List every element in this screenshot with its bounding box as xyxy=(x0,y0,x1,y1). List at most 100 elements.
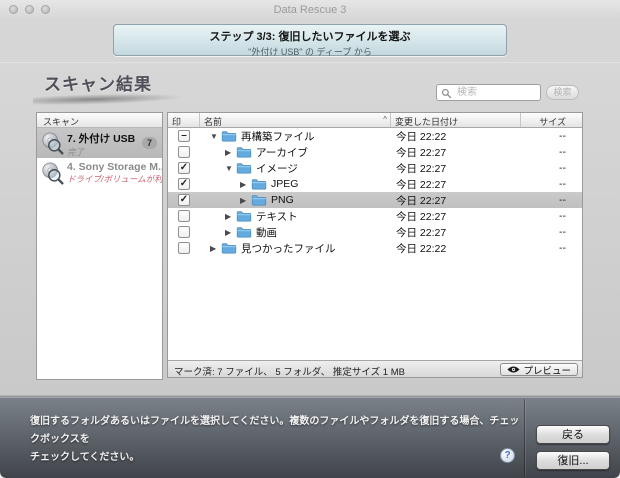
mark-cell xyxy=(168,210,200,222)
help-button[interactable]: ? xyxy=(500,448,515,463)
scan-icon xyxy=(40,161,64,185)
disclosure-icon[interactable]: ▶ xyxy=(225,228,235,237)
table-body: – ▼ 再構築ファイル 今日 22:22 -- ▶ アーカイブ 今日 22:27… xyxy=(168,128,582,256)
checkbox[interactable] xyxy=(178,242,190,254)
column-header-date[interactable]: 変更した日付け xyxy=(391,113,521,127)
tree-cell: ▶ 見つかったファイル xyxy=(200,241,391,256)
scan-sidebar: スキャン 7. 外付け USB 完了 7 xyxy=(36,112,163,380)
footer-divider xyxy=(524,399,525,477)
column-header-name[interactable]: 名前 ^ xyxy=(200,113,391,127)
date-cell: 今日 22:27 xyxy=(391,209,521,224)
footer-bar: 復旧するフォルダあるいはファイルを選択してください。複数のファイルやフォルダを復… xyxy=(0,396,620,478)
table-row[interactable]: ▶ 動画 今日 22:27 -- xyxy=(168,224,582,240)
status-text: マーク済: 7 ファイル、 5 フォルダ、 推定サイズ 1 MB xyxy=(174,364,405,378)
recover-button[interactable]: 復旧... xyxy=(536,451,610,470)
tree-cell: ▶ テキスト xyxy=(200,209,391,224)
search-field[interactable] xyxy=(436,84,541,101)
mark-cell: ✓ xyxy=(168,194,200,206)
folder-icon xyxy=(236,146,252,158)
file-name: 再構築ファイル xyxy=(241,129,315,144)
tree-cell: ▼ 再構築ファイル xyxy=(200,129,391,144)
table-row[interactable]: ▶ 見つかったファイル 今日 22:22 -- xyxy=(168,240,582,256)
step-banner: ステップ 3/3: 復旧したいファイルを選ぶ "外付け USB" の ディープ … xyxy=(113,24,507,56)
sidebar-item-subtitle: ドライブ/ボリュームが利… xyxy=(67,173,162,185)
table-row[interactable]: – ▼ 再構築ファイル 今日 22:22 -- xyxy=(168,128,582,144)
size-cell: -- xyxy=(521,162,582,174)
size-cell: -- xyxy=(521,146,582,158)
disclosure-icon[interactable]: ▶ xyxy=(240,196,250,205)
sidebar-item[interactable]: 7. 外付け USB 完了 7 xyxy=(37,128,162,158)
checkbox[interactable]: ✓ xyxy=(178,194,190,206)
step-title: ステップ 3/3: 復旧したいファイルを選ぶ xyxy=(114,28,506,44)
file-name: アーカイブ xyxy=(256,145,308,160)
scan-icon xyxy=(40,131,64,155)
date-cell: 今日 22:27 xyxy=(391,177,521,192)
size-cell: -- xyxy=(521,178,582,190)
tree-cell: ▶ JPEG xyxy=(200,178,391,190)
disclosure-icon[interactable]: ▶ xyxy=(210,244,220,253)
disclosure-icon[interactable]: ▶ xyxy=(225,212,235,221)
checkbox[interactable]: ✓ xyxy=(178,162,190,174)
mark-cell xyxy=(168,146,200,158)
date-cell: 今日 22:27 xyxy=(391,145,521,160)
date-cell: 今日 22:22 xyxy=(391,241,521,256)
page-title: スキャン結果 xyxy=(44,70,152,95)
table-row[interactable]: ✓ ▶ PNG 今日 22:27 -- xyxy=(168,192,582,208)
title-bar: Data Rescue 3 xyxy=(0,0,620,20)
file-name: JPEG xyxy=(271,178,298,190)
file-name: テキスト xyxy=(256,209,298,224)
file-table: 印 名前 ^ 変更した日付け サイズ – ▼ 再構築ファイル 今日 22:22 … xyxy=(167,112,583,378)
search-button[interactable]: 検索 xyxy=(546,85,579,100)
folder-icon xyxy=(221,130,237,142)
disclosure-icon[interactable]: ▶ xyxy=(240,180,250,189)
tree-cell: ▶ PNG xyxy=(200,194,391,206)
folder-icon xyxy=(236,162,252,174)
sort-ascending-icon: ^ xyxy=(383,115,387,124)
instruction-line1: 復旧するフォルダあるいはファイルを選択してください。複数のファイルやフォルダを復… xyxy=(30,413,520,449)
disclosure-icon[interactable]: ▼ xyxy=(210,132,220,141)
column-header-mark[interactable]: 印 xyxy=(168,113,200,127)
mark-cell: – xyxy=(168,130,200,142)
preview-button[interactable]: プレビュー xyxy=(500,363,578,376)
mark-cell xyxy=(168,226,200,238)
column-header-size[interactable]: サイズ xyxy=(521,113,582,127)
preview-label: プレビュー xyxy=(523,363,571,377)
tree-cell: ▼ イメージ xyxy=(200,161,391,176)
sidebar-item[interactable]: 4. Sony Storage M... ドライブ/ボリュームが利… xyxy=(37,158,162,188)
sidebar-item-title: 4. Sony Storage M... xyxy=(67,161,162,173)
checkbox[interactable] xyxy=(178,210,190,222)
window-title: Data Rescue 3 xyxy=(0,4,620,16)
eye-icon xyxy=(507,365,520,374)
date-cell: 今日 22:22 xyxy=(391,129,521,144)
checkbox[interactable] xyxy=(178,226,190,238)
date-cell: 今日 22:27 xyxy=(391,225,521,240)
search-input[interactable] xyxy=(455,86,537,99)
step-subtitle: "外付け USB" の ディープ から xyxy=(114,45,506,58)
size-cell: -- xyxy=(521,226,582,238)
sidebar-list: 7. 外付け USB 完了 7 4. Sony Storage M... ドライ… xyxy=(37,128,162,188)
checkbox[interactable] xyxy=(178,146,190,158)
sidebar-header: スキャン xyxy=(37,113,162,128)
mark-cell xyxy=(168,242,200,254)
size-cell: -- xyxy=(521,130,582,142)
folder-icon xyxy=(236,210,252,222)
checkbox[interactable]: ✓ xyxy=(178,178,190,190)
checkbox[interactable]: – xyxy=(178,130,190,142)
size-cell: -- xyxy=(521,210,582,222)
disclosure-icon[interactable]: ▼ xyxy=(225,164,235,173)
back-button[interactable]: 戻る xyxy=(536,425,610,444)
tree-cell: ▶ アーカイブ xyxy=(200,145,391,160)
table-row[interactable]: ✓ ▶ JPEG 今日 22:27 -- xyxy=(168,176,582,192)
size-cell: -- xyxy=(521,194,582,206)
disclosure-icon[interactable]: ▶ xyxy=(225,148,235,157)
table-row[interactable]: ▶ テキスト 今日 22:27 -- xyxy=(168,208,582,224)
table-row[interactable]: ▶ アーカイブ 今日 22:27 -- xyxy=(168,144,582,160)
file-name: 動画 xyxy=(256,225,277,240)
folder-icon xyxy=(251,194,267,206)
folder-icon xyxy=(221,242,237,254)
date-cell: 今日 22:27 xyxy=(391,161,521,176)
mark-cell: ✓ xyxy=(168,162,200,174)
table-row[interactable]: ✓ ▼ イメージ 今日 22:27 -- xyxy=(168,160,582,176)
file-name: 見つかったファイル xyxy=(241,241,336,256)
date-cell: 今日 22:27 xyxy=(391,193,521,208)
